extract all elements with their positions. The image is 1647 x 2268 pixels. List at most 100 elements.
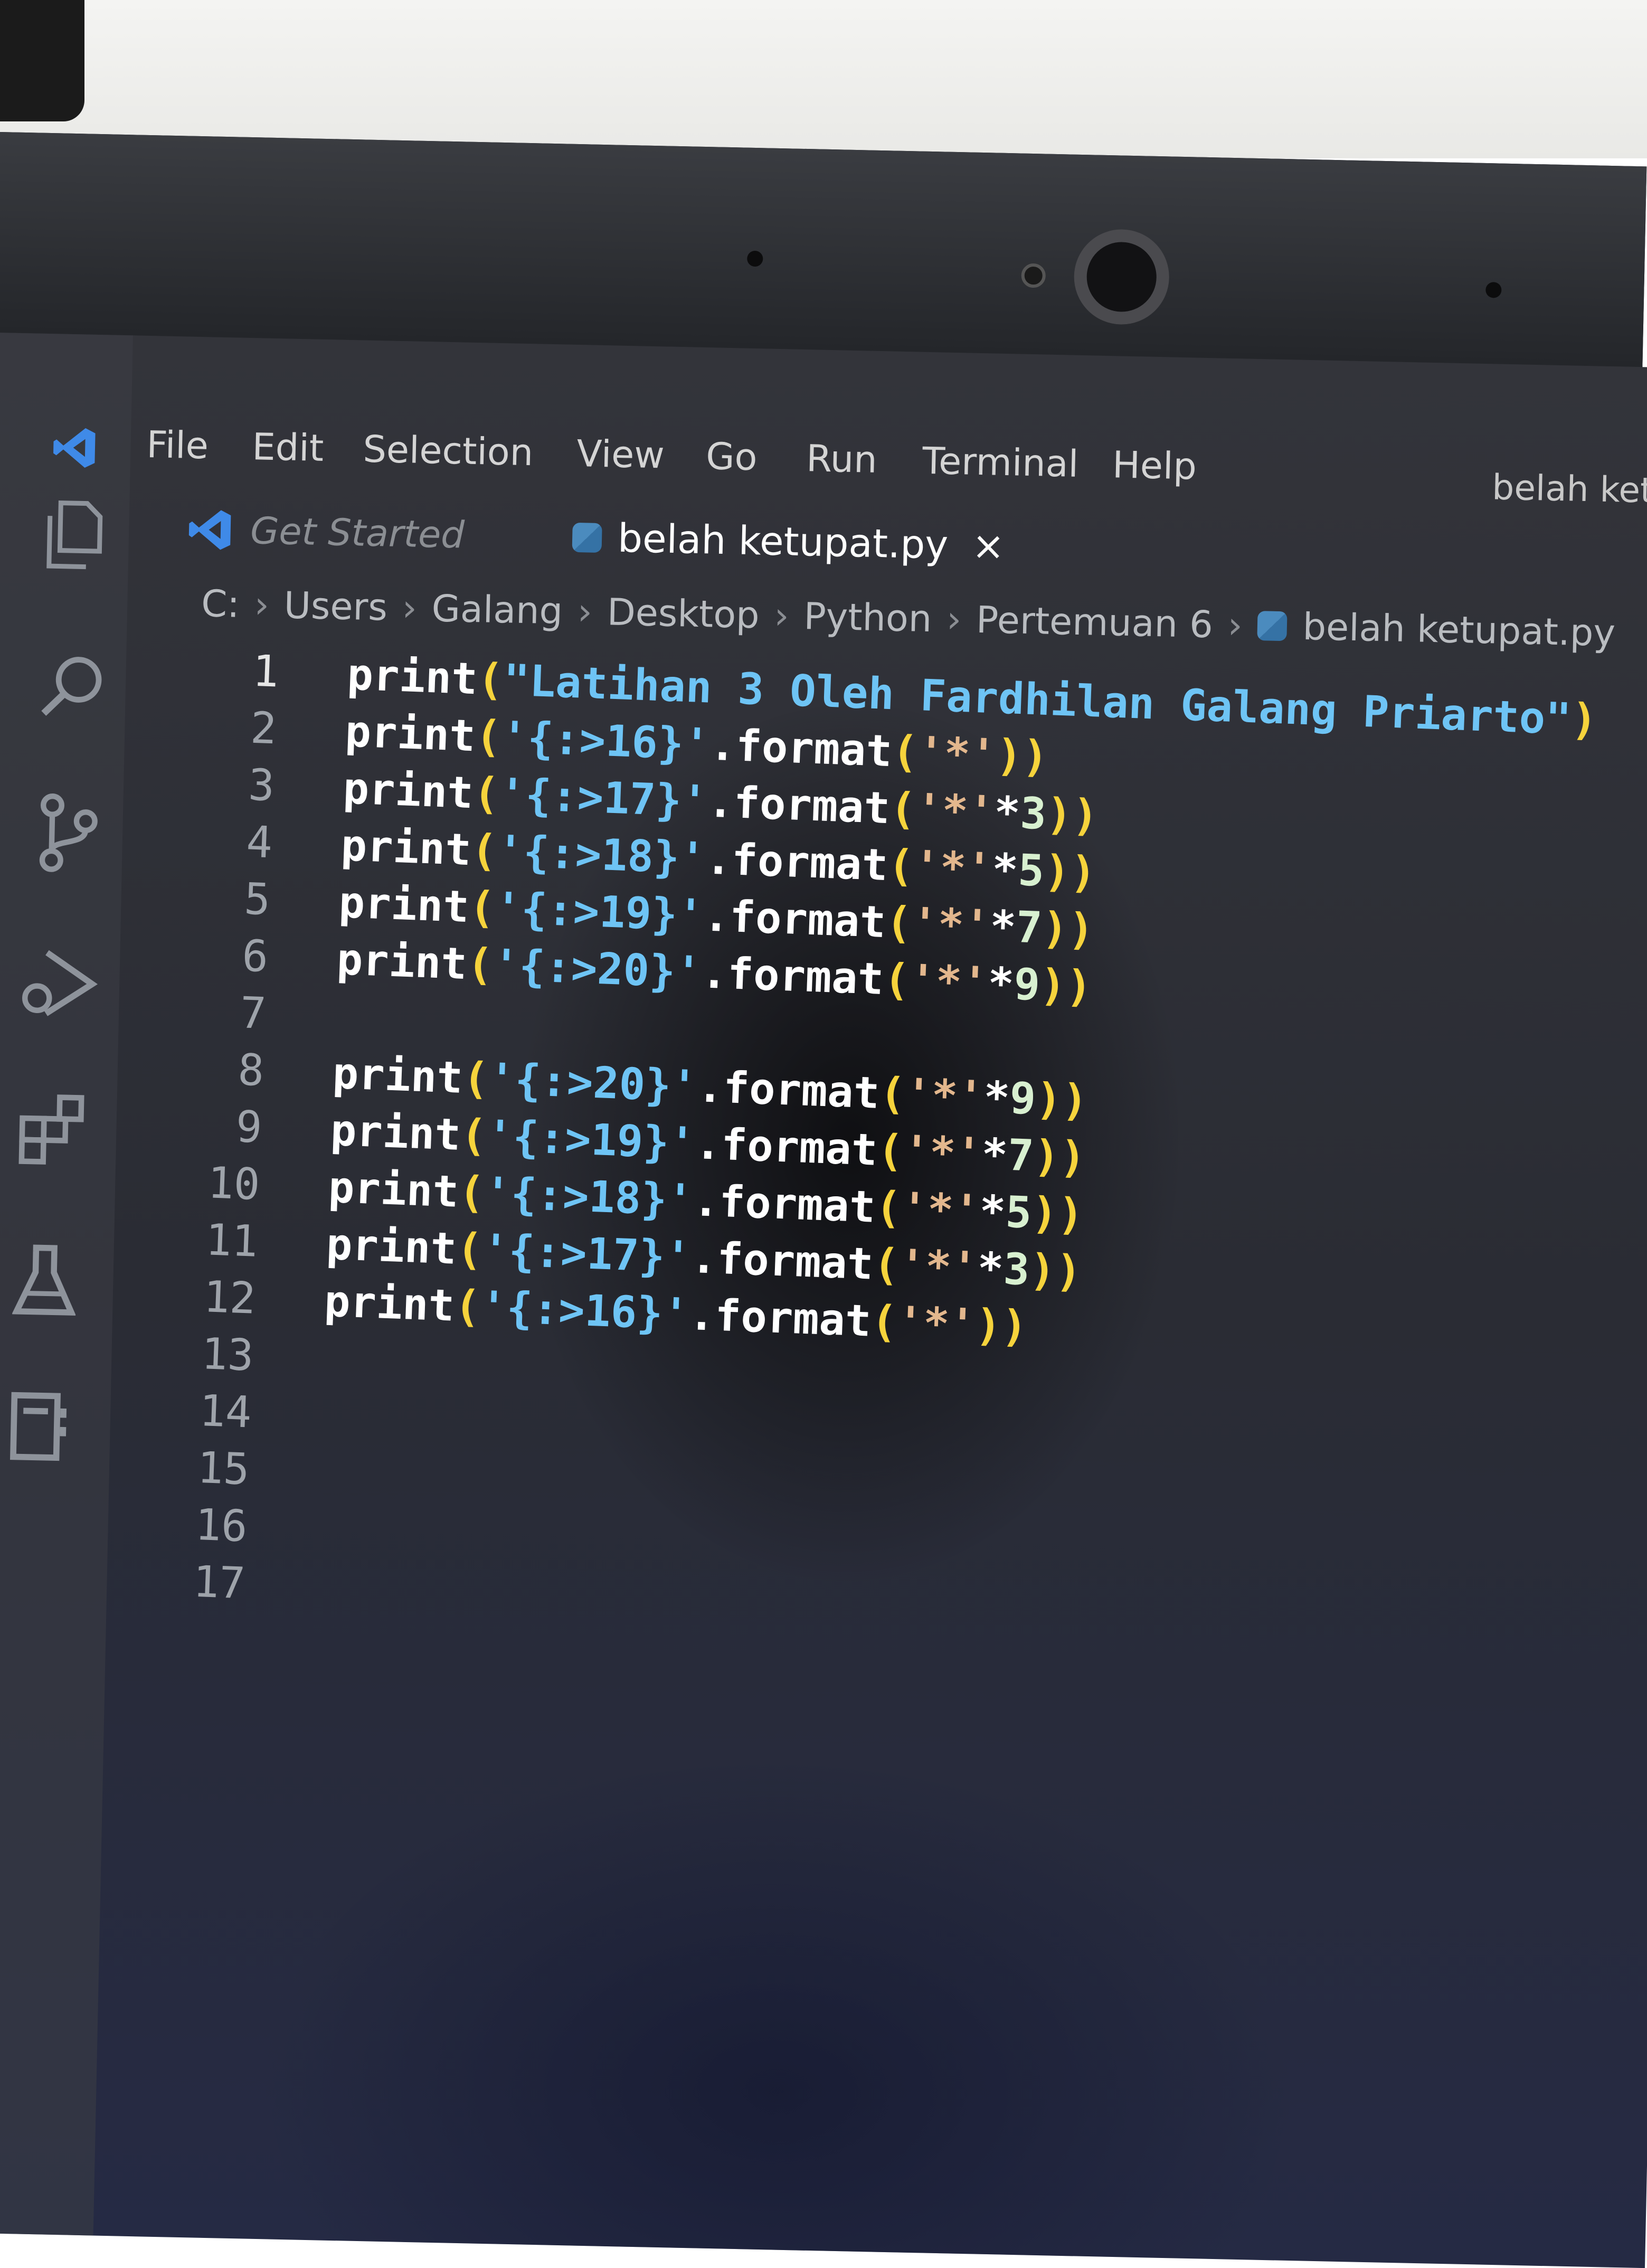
chevron-right-icon: › xyxy=(401,586,418,630)
run-debug-icon[interactable] xyxy=(18,946,99,1021)
code-token-number: 5 xyxy=(1017,845,1045,896)
code-token-paren: ) xyxy=(1041,903,1069,955)
breadcrumb-item[interactable]: Users xyxy=(283,583,388,629)
sensor-dot xyxy=(1021,263,1046,288)
code-token-paren: ( xyxy=(872,1239,901,1291)
code-token-string: '{:>18}' xyxy=(484,1168,694,1226)
vscode-logo-icon xyxy=(188,510,231,550)
code-token: * xyxy=(991,844,1019,896)
notebook-icon[interactable] xyxy=(6,1389,77,1464)
menu-selection[interactable]: Selection xyxy=(363,428,534,475)
code-token: . xyxy=(708,720,737,771)
code-token-number: 7 xyxy=(1007,1130,1035,1182)
code-token-number: 3 xyxy=(1002,1244,1031,1296)
code-token-paren: ( xyxy=(876,1125,905,1177)
code-token-paren: ( xyxy=(878,1068,907,1120)
code-token-string: '{:>18}' xyxy=(496,826,707,884)
code-token-string: '*' xyxy=(911,898,991,952)
breadcrumb-item[interactable]: Galang xyxy=(431,587,563,632)
tab-get-started[interactable]: Get Started xyxy=(186,495,465,570)
code-token-paren: ( xyxy=(470,825,498,876)
code-token-paren: ) xyxy=(1033,1131,1061,1183)
menu-help[interactable]: Help xyxy=(1112,443,1197,488)
line-number: 17 xyxy=(192,1556,247,1609)
menu-view[interactable]: View xyxy=(576,432,665,477)
code-token-string: '*' xyxy=(915,785,995,838)
menu-file[interactable]: File xyxy=(146,423,209,467)
menu-go[interactable]: Go xyxy=(706,434,758,479)
code-token-string: '*' xyxy=(908,955,989,1009)
menu-terminal[interactable]: Terminal xyxy=(922,439,1078,486)
code-token-function: print xyxy=(323,1276,456,1331)
code-token-paren: ) xyxy=(1067,904,1095,956)
menu-run[interactable]: Run xyxy=(806,437,878,481)
menu-bar: File Edit Selection View Go Run Terminal… xyxy=(146,423,1197,488)
close-icon[interactable]: × xyxy=(971,523,1005,569)
code-token: . xyxy=(688,1289,716,1341)
line-number: 15 xyxy=(196,1442,251,1495)
testing-icon[interactable] xyxy=(12,1241,77,1321)
code-token-paren: ( xyxy=(458,1167,486,1218)
background-wall xyxy=(0,0,1647,158)
line-number: 4 xyxy=(245,817,273,868)
code-token-function: format xyxy=(716,1233,874,1290)
explorer-icon[interactable] xyxy=(41,500,106,570)
source-control-icon[interactable] xyxy=(35,793,100,873)
sensor-dot xyxy=(1485,282,1502,298)
code-token-paren: ( xyxy=(472,768,500,820)
tab-belah-ketupat[interactable]: belah ketupat.py × xyxy=(572,503,1006,581)
code-token-paren: ) xyxy=(1054,1246,1083,1298)
line-number: 6 xyxy=(241,931,269,982)
code-token-string: '*' xyxy=(898,1240,979,1293)
code-token-number: 9 xyxy=(1009,1073,1037,1124)
screen: File Edit Selection View Go Run Terminal… xyxy=(0,332,1647,2268)
breadcrumb-item[interactable]: Python xyxy=(803,594,932,640)
code-token-function: format xyxy=(726,949,885,1005)
code-token: * xyxy=(993,787,1021,839)
code-token-string: '{:>16}' xyxy=(500,712,711,770)
code-token-function: format xyxy=(720,1119,878,1176)
code-token-string: '{:>19}' xyxy=(494,883,705,941)
code-token-function: print xyxy=(329,1105,462,1160)
tab-bar: Get Started belah ketupat.py × xyxy=(128,494,1647,594)
code-token-string: '*' xyxy=(917,727,997,781)
code-token-paren: ) xyxy=(1021,731,1049,783)
menu-edit[interactable]: Edit xyxy=(252,425,324,470)
code-token-function: format xyxy=(733,778,891,834)
code-token-string: '*' xyxy=(913,841,993,895)
code-token: * xyxy=(987,958,1015,1009)
code-token-function: format xyxy=(722,1062,881,1119)
code-token-function: print xyxy=(327,1162,460,1217)
python-file-icon xyxy=(1257,611,1288,641)
code-token-paren: ( xyxy=(456,1224,484,1275)
code-token-number: 3 xyxy=(1019,788,1047,840)
code-token-paren: ( xyxy=(889,783,917,835)
line-number: 5 xyxy=(243,874,271,925)
code-editor[interactable]: 1 print("Latihan 3 Oleh Fardhilan Galang … xyxy=(134,640,1646,1643)
line-number: 1 xyxy=(251,646,280,697)
tab-label: belah ketupat.py xyxy=(617,515,949,568)
code-token: * xyxy=(976,1243,1005,1294)
code-token-function: print xyxy=(346,649,479,705)
code-token-paren: ) xyxy=(1065,961,1093,1013)
webcam xyxy=(1073,228,1170,326)
line-number: 3 xyxy=(247,760,276,811)
breadcrumb-item[interactable]: belah ketupat.py xyxy=(1302,605,1616,655)
code-token-string: '{:>20}' xyxy=(492,940,703,998)
code-token-paren: ( xyxy=(474,711,503,763)
code-token-paren: ) xyxy=(995,730,1024,782)
breadcrumb-item[interactable]: Desktop xyxy=(607,590,760,637)
code-token-function: print xyxy=(338,877,470,933)
code-token-paren: ( xyxy=(883,954,911,1006)
search-icon[interactable] xyxy=(38,650,108,721)
code-token-paren: ( xyxy=(468,882,496,933)
chevron-right-icon: › xyxy=(1227,603,1243,647)
code-token: * xyxy=(980,1129,1009,1180)
code-token-function: format xyxy=(731,835,889,891)
breadcrumb-item[interactable]: C: xyxy=(201,582,240,626)
code-token-paren: ( xyxy=(874,1182,903,1234)
code-token-paren: ( xyxy=(460,1110,488,1161)
extensions-icon[interactable] xyxy=(15,1093,91,1169)
code-token-paren: ) xyxy=(1071,790,1100,842)
breadcrumb-item[interactable]: Pertemuan 6 xyxy=(976,598,1213,646)
